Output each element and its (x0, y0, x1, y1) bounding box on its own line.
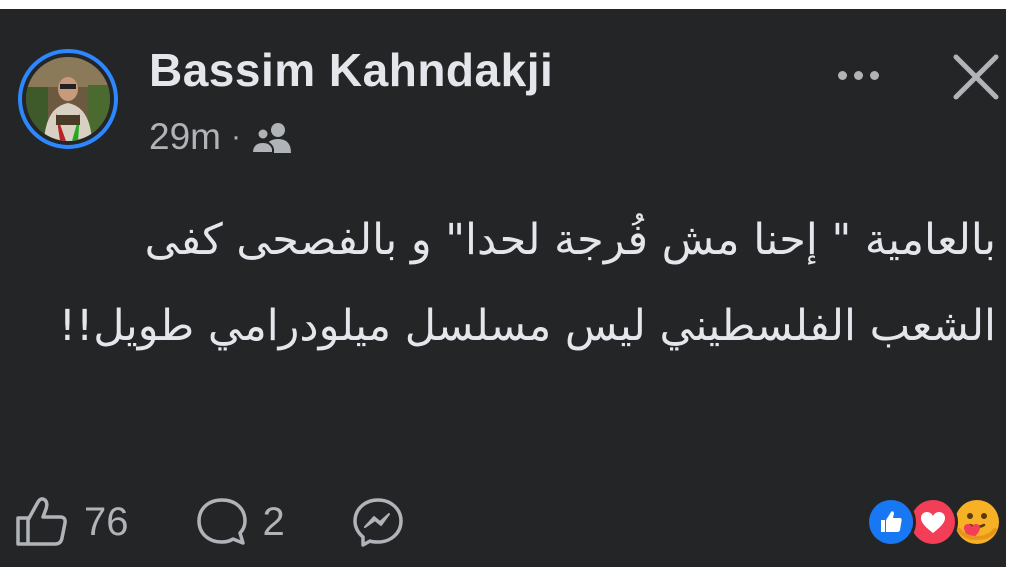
care-reaction-icon (952, 497, 1002, 547)
thumbs-up-icon (16, 497, 67, 546)
messenger-share-button[interactable] (351, 496, 405, 548)
comment-count: 2 (262, 499, 285, 544)
post-meta: 29m · (149, 116, 293, 158)
more-dot-icon (869, 70, 879, 80)
post-time[interactable]: 29m (149, 116, 221, 158)
post-text: بالعامية " إحنا مش فُرجة لحدا" و بالفصحى… (58, 215, 996, 351)
reactions-summary[interactable] (866, 495, 1006, 547)
like-button[interactable]: 76 (14, 496, 129, 548)
like-count: 76 (84, 499, 129, 544)
more-dot-icon (853, 70, 863, 80)
like-reaction-icon (866, 497, 916, 547)
comment-icon (196, 498, 247, 545)
friends-icon (250, 123, 291, 153)
more-dot-icon (837, 70, 847, 80)
meta-separator: · (230, 120, 241, 153)
author-avatar[interactable] (18, 49, 118, 149)
post-actions: 76 2 (14, 487, 405, 557)
post-card: Bassim Kahndakji 29m · بالعامية " إحنا م… (0, 9, 1006, 567)
messenger-icon (353, 498, 403, 547)
author-name[interactable]: Bassim Kahndakji (149, 43, 553, 97)
more-options-button[interactable] (826, 53, 890, 97)
close-icon[interactable] (950, 51, 1002, 103)
avatar-photo (26, 57, 110, 141)
comment-button[interactable]: 2 (195, 496, 285, 548)
